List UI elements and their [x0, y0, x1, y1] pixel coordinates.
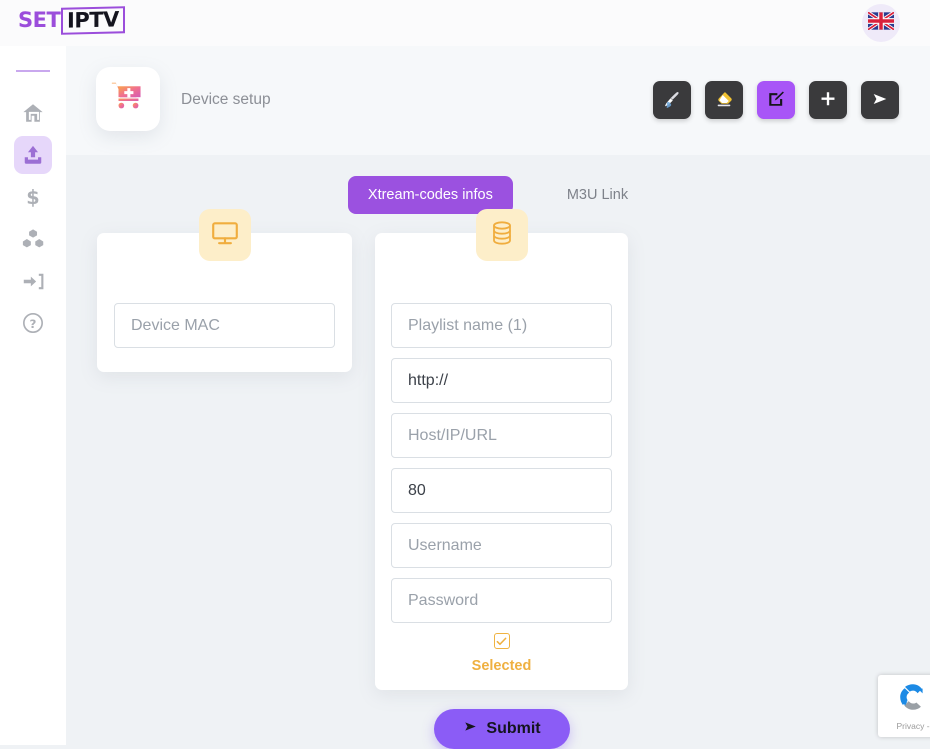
- send-button[interactable]: [861, 81, 899, 119]
- password-input[interactable]: [391, 578, 612, 623]
- svg-text:?: ?: [30, 317, 37, 331]
- top-bar: SET IPTV: [0, 0, 930, 46]
- database-icon-badge: [475, 209, 528, 261]
- send-icon: [463, 719, 478, 739]
- uk-flag-icon: [867, 10, 895, 35]
- playlist-name-input[interactable]: [391, 303, 612, 348]
- page-title: Device setup: [181, 91, 271, 108]
- brand-logo[interactable]: SET IPTV: [18, 5, 126, 35]
- header-toolbar: [653, 81, 899, 119]
- logo-iptv-text: IPTV: [61, 5, 126, 35]
- port-input[interactable]: [391, 468, 612, 513]
- device-mac-card: [97, 209, 352, 372]
- sidebar-item-billing[interactable]: $: [14, 178, 52, 216]
- plus-icon: [819, 90, 837, 111]
- svg-text:$: $: [26, 186, 39, 208]
- tv-monitor-icon: [210, 218, 240, 253]
- upload-icon: [22, 144, 44, 166]
- recaptcha-privacy-text[interactable]: Privacy -: [896, 721, 929, 731]
- home-icon: [22, 102, 44, 124]
- tv-monitor-icon-badge: [198, 209, 251, 261]
- selected-label: Selected: [471, 657, 532, 674]
- submit-button[interactable]: Submit: [434, 709, 570, 749]
- edit-button[interactable]: [757, 81, 795, 119]
- add-button[interactable]: [809, 81, 847, 119]
- database-icon: [488, 219, 516, 252]
- logo-set-text: SET: [18, 8, 61, 32]
- sidebar-nav-list: $ ?: [0, 94, 66, 342]
- sidebar-divider: [16, 70, 50, 72]
- submit-label: Submit: [486, 720, 541, 737]
- recaptcha-icon: [897, 681, 929, 718]
- tab-label: M3U Link: [566, 187, 629, 203]
- selected-checkbox[interactable]: [493, 633, 510, 649]
- sidebar-item-home[interactable]: [14, 94, 52, 132]
- sign-in-icon: [22, 270, 45, 293]
- paintbrush-icon: [663, 90, 681, 111]
- protocol-input[interactable]: [391, 358, 612, 403]
- tab-label: Xtream-codes infos: [367, 187, 493, 203]
- sidebar-item-packages[interactable]: [14, 220, 52, 258]
- language-selector-button[interactable]: [862, 4, 900, 42]
- dollar-icon: $: [22, 186, 44, 208]
- edit-square-icon: [767, 90, 785, 111]
- sidebar-item-login[interactable]: [14, 262, 52, 300]
- sidebar-item-help[interactable]: ?: [14, 304, 52, 342]
- question-circle-icon: ?: [22, 312, 44, 334]
- device-mac-input[interactable]: [114, 303, 335, 348]
- page-header-icon-card: [96, 67, 160, 131]
- recaptcha-badge[interactable]: Privacy -: [878, 675, 930, 737]
- xtream-codes-fields: Selected: [375, 233, 628, 674]
- page-header-band: Device setup: [66, 46, 930, 155]
- boxes-icon: [22, 228, 45, 251]
- eraser-button[interactable]: [705, 81, 743, 119]
- selected-group: Selected: [375, 633, 628, 674]
- sidebar: $ ?: [0, 46, 66, 745]
- brush-button[interactable]: [653, 81, 691, 119]
- sidebar-item-upload[interactable]: [14, 136, 52, 174]
- host-input[interactable]: [391, 413, 612, 458]
- cart-plus-icon: [109, 78, 147, 121]
- tab-m3u-link[interactable]: M3U Link: [547, 176, 648, 214]
- xtream-codes-card: Selected: [375, 209, 628, 690]
- send-icon: [871, 90, 889, 111]
- username-input[interactable]: [391, 523, 612, 568]
- eraser-icon: [715, 90, 733, 111]
